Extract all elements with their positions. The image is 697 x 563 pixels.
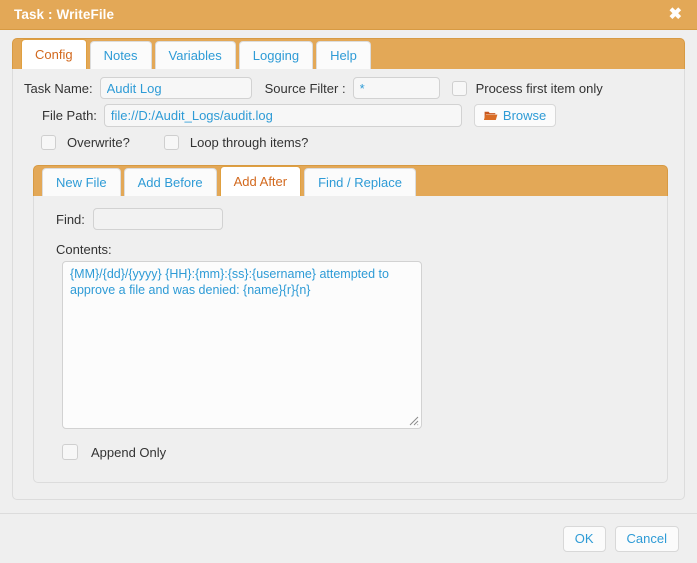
- task-name-row: Task Name: Source Filter : Process first…: [24, 77, 674, 99]
- source-filter-input[interactable]: [352, 77, 440, 99]
- close-icon[interactable]: ✖: [666, 5, 685, 25]
- task-name-label: Task Name:: [24, 80, 93, 96]
- loop-through-items-checkbox[interactable]: [163, 135, 179, 150]
- tab-add-after-label: Add After: [233, 174, 288, 189]
- tab-add-before-label: Add Before: [137, 175, 203, 190]
- file-path-row: File Path: Browse: [24, 104, 674, 127]
- dialog-titlebar: Task : WriteFile ✖: [0, 0, 697, 30]
- tab-find-replace[interactable]: Find / Replace: [304, 168, 416, 196]
- tab-logging-label: Logging: [252, 48, 300, 63]
- find-row: Find:: [56, 208, 223, 230]
- task-writefile-dialog: Task : WriteFile ✖ Config Notes Variable…: [0, 0, 697, 563]
- add-after-tab-body: Find: Contents: {MM}/{dd}/{yyyy} {HH}:{m…: [33, 196, 668, 483]
- file-path-label: File Path:: [42, 108, 97, 123]
- folder-open-icon: [483, 110, 498, 122]
- task-name-input[interactable]: [99, 77, 252, 99]
- tab-notes[interactable]: Notes: [89, 41, 152, 69]
- inner-tabstrip: New File Add Before Add After Find / Rep…: [33, 165, 668, 197]
- browse-button-label: Browse: [502, 108, 547, 123]
- tab-config-label: Config: [35, 47, 73, 62]
- outer-tab-panel: Config Notes Variables Logging Help Task…: [12, 38, 685, 500]
- overwrite-checkbox[interactable]: [41, 135, 56, 150]
- find-label: Find:: [56, 211, 85, 227]
- tab-new-file-label: New File: [56, 175, 107, 190]
- outer-tabstrip: Config Notes Variables Logging Help: [12, 38, 685, 70]
- append-only-label: Append Only: [91, 444, 167, 460]
- append-only-checkbox[interactable]: [62, 444, 78, 460]
- options-row: Overwrite? Loop through items?: [24, 135, 674, 150]
- loop-through-items-label: Loop through items?: [189, 135, 309, 150]
- browse-button[interactable]: Browse: [473, 104, 557, 127]
- tab-variables-label: Variables: [168, 48, 222, 63]
- process-first-item-only-label: Process first item only: [475, 80, 603, 96]
- tab-notes-label: Notes: [103, 48, 138, 63]
- append-only-row: Append Only: [62, 444, 166, 460]
- dialog-title: Task : WriteFile: [14, 7, 115, 22]
- file-path-input[interactable]: [103, 104, 462, 127]
- dialog-footer: OK Cancel: [0, 514, 697, 563]
- find-input[interactable]: [92, 208, 223, 230]
- source-filter-label: Source Filter :: [264, 80, 346, 96]
- cancel-button[interactable]: Cancel: [614, 525, 679, 552]
- ok-button[interactable]: OK: [562, 525, 606, 552]
- tab-config[interactable]: Config: [21, 39, 87, 69]
- tab-add-after[interactable]: Add After: [219, 166, 302, 196]
- tab-add-before[interactable]: Add Before: [123, 168, 217, 196]
- contents-textarea[interactable]: {MM}/{dd}/{yyyy} {HH}:{mm}:{ss}:{usernam…: [62, 261, 422, 429]
- tab-find-replace-label: Find / Replace: [318, 175, 402, 190]
- inner-tab-panel: New File Add Before Add After Find / Rep…: [33, 165, 668, 483]
- contents-label: Contents:: [56, 242, 112, 257]
- process-first-item-only-checkbox[interactable]: [451, 80, 467, 96]
- tab-new-file[interactable]: New File: [42, 168, 121, 196]
- tab-help-label: Help: [330, 48, 357, 63]
- tab-logging[interactable]: Logging: [238, 41, 314, 69]
- tab-help[interactable]: Help: [316, 41, 371, 69]
- overwrite-label: Overwrite?: [67, 135, 130, 150]
- tab-variables[interactable]: Variables: [154, 41, 236, 69]
- config-tab-body: Task Name: Source Filter : Process first…: [12, 69, 685, 500]
